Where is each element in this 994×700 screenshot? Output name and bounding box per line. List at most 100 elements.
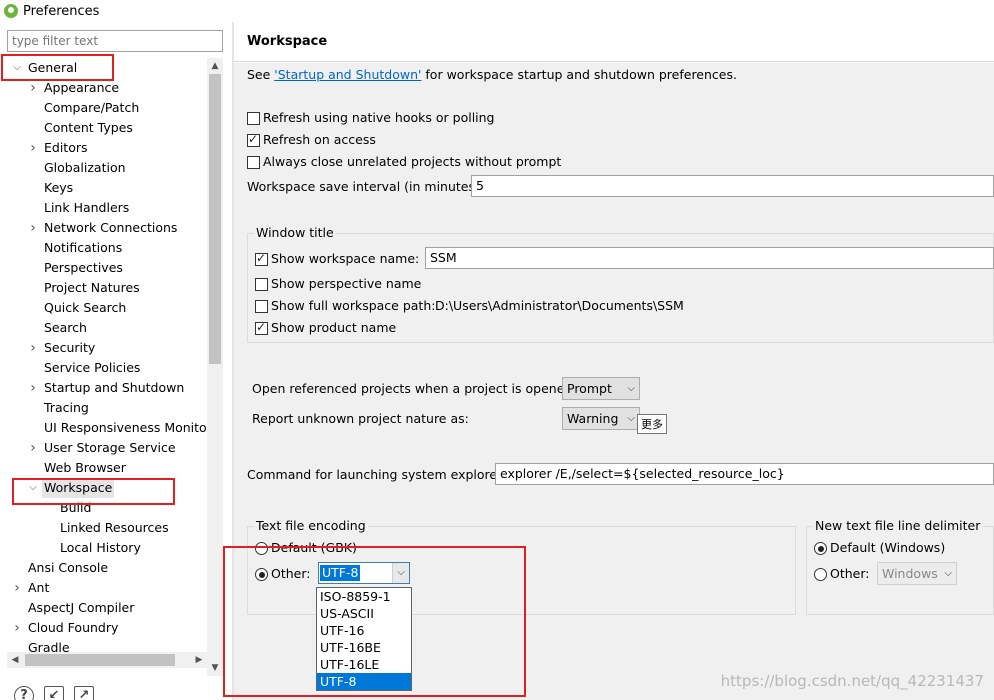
tree-item[interactable]: Cloud Foundry — [28, 618, 118, 638]
startup-shutdown-link[interactable]: 'Startup and Shutdown' — [274, 67, 421, 82]
chevron-right-icon[interactable]: › — [28, 218, 38, 238]
tree-item[interactable]: AspectJ Compiler — [28, 598, 134, 618]
preferences-nav: ⌵General›AppearanceCompare/PatchContent … — [0, 22, 232, 700]
show-perspective-checkbox[interactable] — [255, 278, 268, 291]
scroll-left-icon[interactable]: ◀ — [7, 652, 23, 668]
show-full-path-label: Show full workspace path: — [271, 298, 436, 313]
explorer-command-input[interactable]: explorer /E,/select=${selected_resource_… — [495, 463, 994, 485]
page-header: Workspace — [234, 22, 994, 62]
refresh-native-hooks-label: Refresh using native hooks or polling — [263, 110, 495, 125]
tree-item[interactable]: Globalization — [44, 158, 126, 178]
tree-item[interactable]: Startup and Shutdown — [44, 378, 184, 398]
tree-item[interactable]: Notifications — [44, 238, 122, 258]
help-icon[interactable]: ? — [14, 686, 34, 700]
show-full-path-checkbox[interactable] — [255, 300, 268, 313]
line-delimiter-group-label: New text file line delimiter — [813, 518, 983, 533]
tree-item[interactable]: Web Browser — [44, 458, 126, 478]
show-product-name-label: Show product name — [271, 320, 397, 335]
show-workspace-name-checkbox[interactable] — [255, 251, 268, 266]
chevron-right-icon[interactable]: › — [28, 438, 38, 458]
chevron-down-icon: ⌵ — [627, 413, 635, 424]
tree-item[interactable]: Ansi Console — [28, 558, 108, 578]
tree-item[interactable]: User Storage Service — [44, 438, 176, 458]
chevron-right-icon[interactable]: › — [12, 618, 22, 638]
chevron-right-icon[interactable]: › — [28, 378, 38, 398]
highlight-general — [1, 54, 114, 81]
explorer-label: Command for launching system explorer: — [247, 467, 507, 482]
delimiter-default-label: Default (Windows) — [830, 540, 946, 555]
tree-item[interactable]: Search — [44, 318, 87, 338]
report-unknown-combo[interactable]: Warning ⌵ — [562, 407, 640, 430]
title-bar: Preferences — [0, 0, 994, 22]
tree-item[interactable]: Project Natures — [44, 278, 140, 298]
highlight-workspace — [12, 478, 175, 505]
full-path-value: D:\Users\Administrator\Documents\SSM — [435, 298, 684, 313]
open-referenced-combo[interactable]: Prompt ⌵ — [562, 377, 640, 400]
highlight-encoding — [223, 546, 526, 697]
show-perspective-label: Show perspective name — [271, 276, 422, 291]
watermark: https://blog.csdn.net/qq_42231437 — [720, 672, 984, 690]
scroll-up-icon[interactable]: ▲ — [207, 58, 223, 74]
page-title: Workspace — [247, 34, 328, 49]
tree-item[interactable]: Service Policies — [44, 358, 140, 378]
hscroll-thumb[interactable] — [25, 654, 175, 666]
see-suffix: for workspace startup and shutdown prefe… — [421, 67, 737, 82]
window-title-group-label: Window title — [254, 225, 336, 240]
text-encoding-group-label: Text file encoding — [254, 518, 368, 533]
delimiter-combo[interactable]: Windows ⌵ — [877, 562, 957, 585]
tree-item[interactable]: Compare/Patch — [44, 98, 139, 118]
chevron-down-icon: ⌵ — [944, 568, 952, 579]
workspace-name-input[interactable]: SSM — [425, 247, 994, 269]
tree-item[interactable]: Content Types — [44, 118, 133, 138]
report-unknown-value: Warning — [567, 411, 619, 426]
scroll-right-icon[interactable]: ▶ — [191, 652, 207, 668]
tree-item[interactable]: Network Connections — [44, 218, 177, 238]
filter-input[interactable] — [7, 30, 223, 52]
spring-leaf-icon — [4, 4, 18, 18]
footer-icons: ? ↙ ↗ — [14, 686, 94, 700]
tree-horizontal-scrollbar[interactable]: ◀ ▶ — [7, 652, 207, 668]
chevron-down-icon: ⌵ — [627, 383, 635, 394]
tree-vertical-scrollbar[interactable]: ▲ ▼ — [207, 58, 223, 676]
scroll-thumb[interactable] — [209, 74, 221, 364]
refresh-native-hooks-checkbox[interactable] — [247, 112, 260, 125]
tooltip: 更多 — [637, 414, 667, 434]
open-referenced-value: Prompt — [567, 381, 612, 396]
tree-item[interactable]: Tracing — [44, 398, 89, 418]
tree-item[interactable]: UI Responsiveness Monitori — [44, 418, 207, 438]
tree-item[interactable]: Security — [44, 338, 95, 358]
tree-item[interactable]: Ant — [28, 578, 49, 598]
tree-item[interactable]: Link Handlers — [44, 198, 129, 218]
refresh-on-access-label: Refresh on access — [263, 132, 376, 147]
delimiter-value: Windows — [882, 566, 938, 581]
delimiter-other-label: Other: — [830, 566, 870, 581]
close-unrelated-projects-checkbox[interactable] — [247, 156, 260, 169]
tree-item[interactable]: Linked Resources — [60, 518, 169, 538]
chevron-right-icon[interactable]: › — [28, 338, 38, 358]
preferences-tree: ⌵ General › Appearance Compare/Patch Content … — [0, 58, 207, 676]
show-workspace-name-label: Show workspace name: — [271, 251, 420, 266]
save-interval-input[interactable]: 5 — [471, 175, 994, 197]
see-line: See 'Startup and Shutdown' for workspace… — [247, 67, 737, 83]
tree-item[interactable]: Editors — [44, 138, 88, 158]
delimiter-default-radio[interactable] — [814, 542, 827, 555]
tree-item[interactable]: Perspectives — [44, 258, 123, 278]
tree-item[interactable]: Appearance — [44, 78, 119, 98]
window-title: Preferences — [23, 3, 100, 19]
show-product-name-checkbox[interactable] — [255, 320, 268, 335]
tree-item[interactable]: Local History — [60, 538, 141, 558]
import-icon[interactable]: ↙ — [44, 686, 64, 700]
close-unrelated-projects-label: Always close unrelated projects without … — [263, 154, 562, 169]
open-referenced-label: Open referenced projects when a project … — [252, 381, 577, 396]
chevron-right-icon[interactable]: › — [12, 578, 22, 598]
report-unknown-label: Report unknown project nature as: — [252, 411, 469, 426]
scroll-down-icon[interactable]: ▼ — [207, 660, 223, 676]
chevron-right-icon[interactable]: › — [28, 78, 38, 98]
export-icon[interactable]: ↗ — [74, 686, 94, 700]
chevron-right-icon[interactable]: › — [28, 138, 38, 158]
refresh-on-access-checkbox[interactable] — [247, 132, 260, 147]
tree-item[interactable]: Quick Search — [44, 298, 126, 318]
delimiter-other-radio[interactable] — [814, 568, 827, 581]
tree-item[interactable]: Keys — [44, 178, 73, 198]
see-prefix: See — [247, 67, 275, 82]
